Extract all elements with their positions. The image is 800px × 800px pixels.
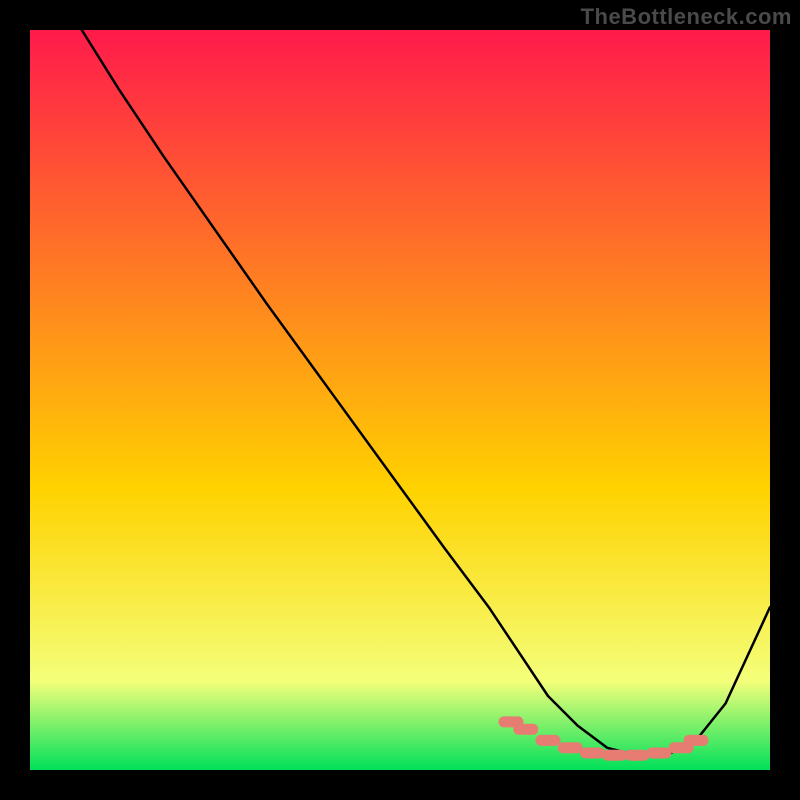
watermark-label: TheBottleneck.com xyxy=(581,4,792,30)
chart-frame: TheBottleneck.com xyxy=(0,0,800,800)
bottleneck-chart xyxy=(30,30,770,770)
gradient-background xyxy=(30,30,770,770)
